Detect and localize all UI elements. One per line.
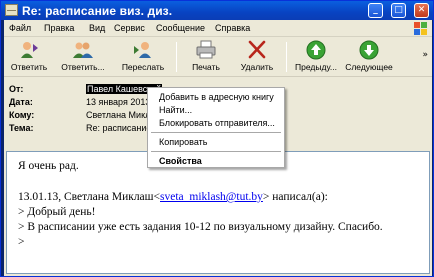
menu-add-to-address-book[interactable]: Добавить в адресную книгу xyxy=(159,92,274,102)
close-button[interactable]: ✕ xyxy=(414,3,429,18)
envelope-icon xyxy=(5,4,18,16)
menu-properties[interactable]: Свойства xyxy=(159,156,202,166)
menu-copy[interactable]: Копировать xyxy=(159,137,207,147)
menu-separator xyxy=(151,151,281,152)
menu-separator xyxy=(151,132,281,133)
windows-logo-icon xyxy=(414,22,427,35)
menu-bar: Файл Правка Вид Сервис Сообщение Справка xyxy=(4,20,432,37)
date-value: 13 января 2013 xyxy=(86,97,151,107)
delete-button[interactable]: Удалить xyxy=(235,40,279,74)
quote-intro: 13.01.13, Светлана Миклаш<sveta_miklash@… xyxy=(18,191,328,203)
toolbar-separator xyxy=(176,42,177,72)
menu-view[interactable]: Вид xyxy=(89,23,105,33)
message-body[interactable]: Я очень рад. 13.01.13, Светлана Миклаш<s… xyxy=(6,151,430,274)
subject-value: Re: расписание xyxy=(86,123,152,133)
forward-icon xyxy=(134,42,151,58)
reply-all-icon xyxy=(73,42,93,58)
menu-block-sender[interactable]: Блокировать отправителя... xyxy=(159,118,275,128)
previous-button[interactable]: Предыду... xyxy=(291,40,341,74)
quote-line: > xyxy=(18,236,25,248)
toolbar-separator xyxy=(286,42,287,72)
mail-window: Re: расписание виз. диз. _ □ ✕ Файл Прав… xyxy=(0,0,434,277)
menu-file[interactable]: Файл xyxy=(9,23,31,33)
greeting-text: Я очень рад. xyxy=(18,160,79,172)
toolbar: Ответить Ответить... Переслать Печать Уд… xyxy=(4,38,432,77)
menu-edit[interactable]: Правка xyxy=(44,23,74,33)
title-bar[interactable]: Re: расписание виз. диз. _ □ ✕ xyxy=(1,1,433,20)
minimize-button[interactable]: _ xyxy=(368,3,383,18)
next-button[interactable]: Следующее xyxy=(342,40,396,74)
up-arrow-icon xyxy=(306,40,326,60)
menu-tools[interactable]: Сервис xyxy=(114,23,145,33)
menu-find[interactable]: Найти... xyxy=(159,105,192,115)
window-title: Re: расписание виз. диз. xyxy=(22,4,173,18)
menu-message[interactable]: Сообщение xyxy=(156,23,205,33)
context-menu: Добавить в адресную книгу Найти... Блоки… xyxy=(147,87,285,168)
printer-icon xyxy=(196,40,216,59)
quote-line: > В расписании уже есть задания 10-12 по… xyxy=(18,221,383,233)
reply-all-button[interactable]: Ответить... xyxy=(54,40,112,74)
forward-button[interactable]: Переслать xyxy=(117,40,169,74)
delete-x-icon xyxy=(248,40,266,59)
toolbar-overflow-chevron-icon[interactable]: » xyxy=(422,50,428,60)
menu-help[interactable]: Справка xyxy=(215,23,250,33)
email-link[interactable]: sveta_miklash@tut.by xyxy=(160,191,263,203)
quote-line: > Добрый день! xyxy=(18,206,96,218)
reply-button[interactable]: Ответить xyxy=(7,40,51,74)
maximize-button[interactable]: □ xyxy=(391,3,406,18)
down-arrow-icon xyxy=(359,40,379,60)
reply-icon xyxy=(21,42,38,58)
print-button[interactable]: Печать xyxy=(186,40,226,74)
